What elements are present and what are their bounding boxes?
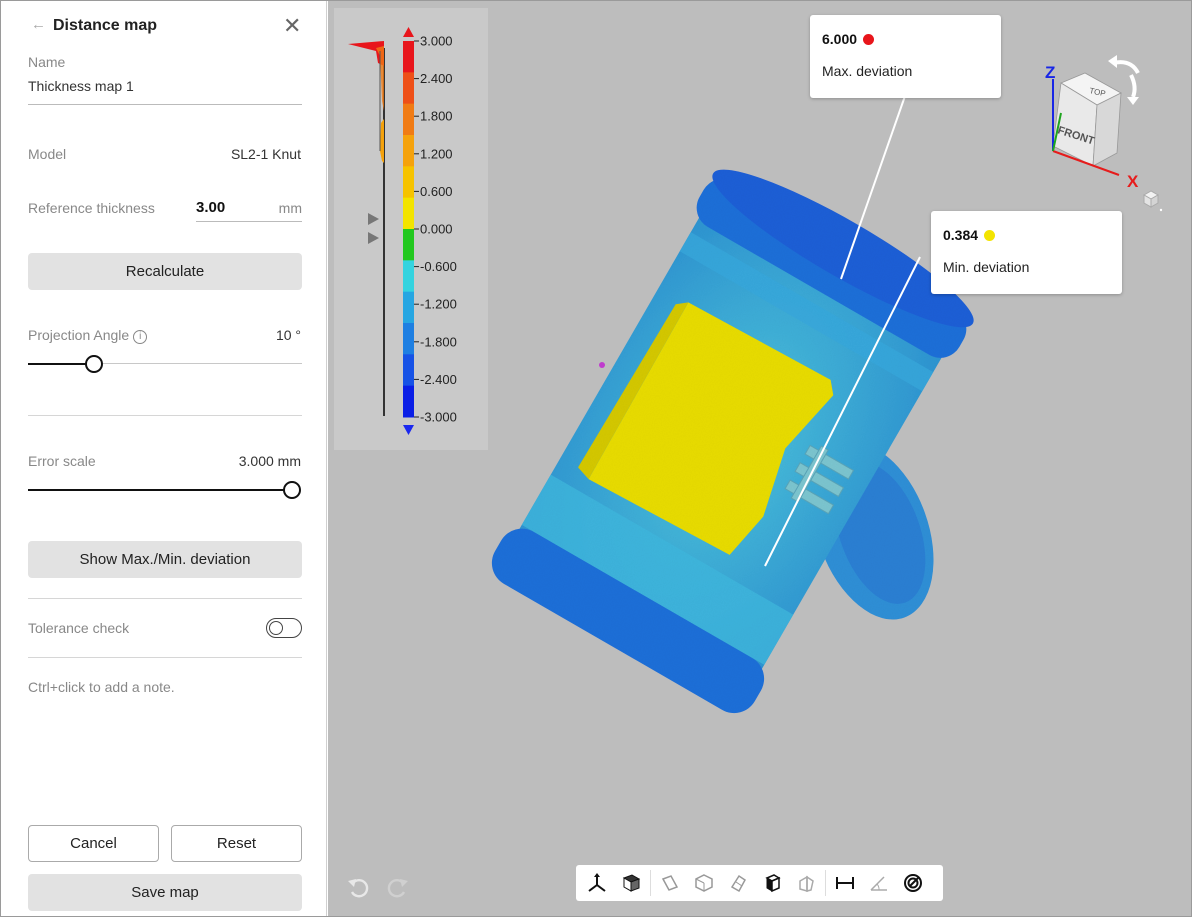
- shaded-cube-icon[interactable]: [614, 868, 648, 898]
- toolbar-separator: [825, 870, 826, 896]
- colorbar-segment: [403, 197, 414, 230]
- error-scale-label: Error scale: [28, 453, 96, 469]
- colorbar-segment: [403, 229, 414, 261]
- colorbar-tick-label: 1.200: [420, 146, 453, 161]
- reference-thickness-input[interactable]: 3.00 mm: [196, 198, 302, 222]
- colorbar-segment: [403, 385, 414, 418]
- colorbar-segment: [403, 41, 414, 73]
- max-deviation-number: 6.000: [822, 31, 858, 47]
- colorbar-segment: [403, 260, 414, 293]
- x-axis-label: X: [1127, 172, 1139, 191]
- name-input[interactable]: Thickness map 1: [28, 78, 134, 94]
- view-back-icon[interactable]: [789, 868, 823, 898]
- 3d-viewport[interactable]: 3.000 2.400 1.800 1.200 0.600 0.000 -0.600 -1.2…: [328, 1, 1191, 916]
- colorbar-segment: [403, 103, 414, 136]
- toolbar-separator: [650, 870, 651, 896]
- min-deviation-label: Min. deviation: [943, 259, 1030, 275]
- view-iso-icon[interactable]: [687, 868, 721, 898]
- spiral-icon[interactable]: [896, 868, 930, 898]
- colorbar-tick-label: 2.400: [420, 71, 453, 86]
- measure-angle-icon[interactable]: [862, 868, 896, 898]
- redo-icon[interactable]: [384, 875, 410, 899]
- measure-distance-icon[interactable]: [828, 868, 862, 898]
- min-deviation-value: 0.384: [943, 227, 996, 243]
- colorbar-tick-label: 1.800: [420, 109, 453, 124]
- error-scale-slider-fill: [28, 489, 292, 491]
- max-deviation-label: Max. deviation: [822, 63, 913, 79]
- panel-title: Distance map: [53, 17, 158, 34]
- colorbar-segment: [403, 354, 414, 387]
- max-deviation-callout[interactable]: 6.000 Max. deviation: [810, 15, 1001, 98]
- model-label: Model: [28, 146, 67, 162]
- rotate-arrow-icon[interactable]: [1129, 74, 1137, 98]
- colorbar-tick-label: -1.200: [420, 297, 457, 312]
- colorbar-tick-label: 0.600: [420, 184, 453, 199]
- reference-thickness-label: Reference thickness: [28, 200, 155, 216]
- projection-angle-slider-fill: [28, 363, 94, 365]
- colorbar-over-arrow: [403, 27, 414, 37]
- projection-angle-value: 10 °: [275, 327, 301, 343]
- back-arrow-icon[interactable]: ←: [31, 16, 46, 33]
- reference-thickness-unit: mm: [278, 200, 302, 216]
- undo-icon[interactable]: [346, 875, 372, 899]
- colorbar-segment: [403, 166, 414, 199]
- colorbar-tick-label: -0.600: [420, 259, 457, 274]
- info-icon[interactable]: i: [133, 330, 148, 344]
- error-scale-slider-thumb[interactable]: [283, 481, 301, 499]
- view-front-icon[interactable]: [755, 868, 789, 898]
- colorbar-tick-label: -2.400: [420, 372, 457, 387]
- min-deviation-callout[interactable]: 0.384 Min. deviation: [931, 211, 1122, 294]
- tolerance-check-toggle[interactable]: [266, 618, 302, 638]
- close-icon[interactable]: ✕: [283, 15, 301, 37]
- axes-icon[interactable]: [580, 868, 614, 898]
- rotate-arrow-head: [1108, 55, 1117, 68]
- colorbar-segment: [403, 323, 414, 355]
- small-cube-dot: [1159, 208, 1163, 212]
- reference-thickness-value[interactable]: 3.00: [196, 199, 225, 216]
- recalculate-button[interactable]: Recalculate: [28, 253, 302, 290]
- reset-button[interactable]: Reset: [171, 825, 302, 862]
- distance-map-panel: ← Distance map ✕ Name Thickness map 1 Mo…: [1, 1, 327, 916]
- max-deviation-value: 6.000: [822, 31, 875, 47]
- model-value: SL2-1 Knut: [230, 146, 301, 162]
- view-left-icon[interactable]: [653, 868, 687, 898]
- colorbar-tick-label: 0.000: [420, 222, 453, 237]
- colorbar-tick-label: -3.000: [420, 410, 457, 425]
- max-deviation-dot: [863, 34, 875, 45]
- name-label: Name: [28, 54, 66, 70]
- min-deviation-dot: [984, 230, 996, 241]
- colorbar-segment: [403, 291, 414, 324]
- cancel-button[interactable]: Cancel: [28, 825, 159, 862]
- rotate-arrow-head: [1127, 97, 1139, 105]
- small-cube-icon[interactable]: [1140, 187, 1170, 217]
- colorbar-under-arrow: [403, 425, 414, 435]
- z-axis-label: Z: [1045, 63, 1055, 82]
- max-deviation-marker: [599, 362, 605, 368]
- colorbar-tick-label: 3.000: [420, 34, 453, 49]
- note-hint: Ctrl+click to add a note.: [28, 679, 175, 695]
- view-toolbar: [576, 865, 943, 901]
- name-input-underline: [28, 104, 302, 105]
- save-map-button[interactable]: Save map: [28, 874, 302, 911]
- toggle-knob: [269, 621, 283, 635]
- projection-angle-label: Projection Angle i: [28, 327, 148, 344]
- show-deviation-button[interactable]: Show Max./Min. deviation: [28, 541, 302, 578]
- colorbar: 3.000 2.400 1.800 1.200 0.600 0.000 -0.600 -1.2…: [403, 27, 457, 435]
- colorbar-segment: [403, 135, 414, 167]
- tolerance-check-label: Tolerance check: [28, 620, 130, 636]
- divider: [28, 598, 302, 599]
- pipe-tee-mesh: [491, 169, 974, 714]
- divider: [28, 415, 302, 416]
- colorbar-tick-label: -1.800: [420, 334, 457, 349]
- projection-angle-slider-thumb[interactable]: [84, 355, 103, 373]
- min-deviation-number: 0.384: [943, 227, 979, 243]
- divider: [28, 657, 302, 658]
- colorbar-segment: [403, 72, 414, 105]
- error-scale-value: 3.000 mm: [238, 453, 301, 469]
- view-right-icon[interactable]: [721, 868, 755, 898]
- projection-angle-text: Projection Angle: [28, 327, 130, 343]
